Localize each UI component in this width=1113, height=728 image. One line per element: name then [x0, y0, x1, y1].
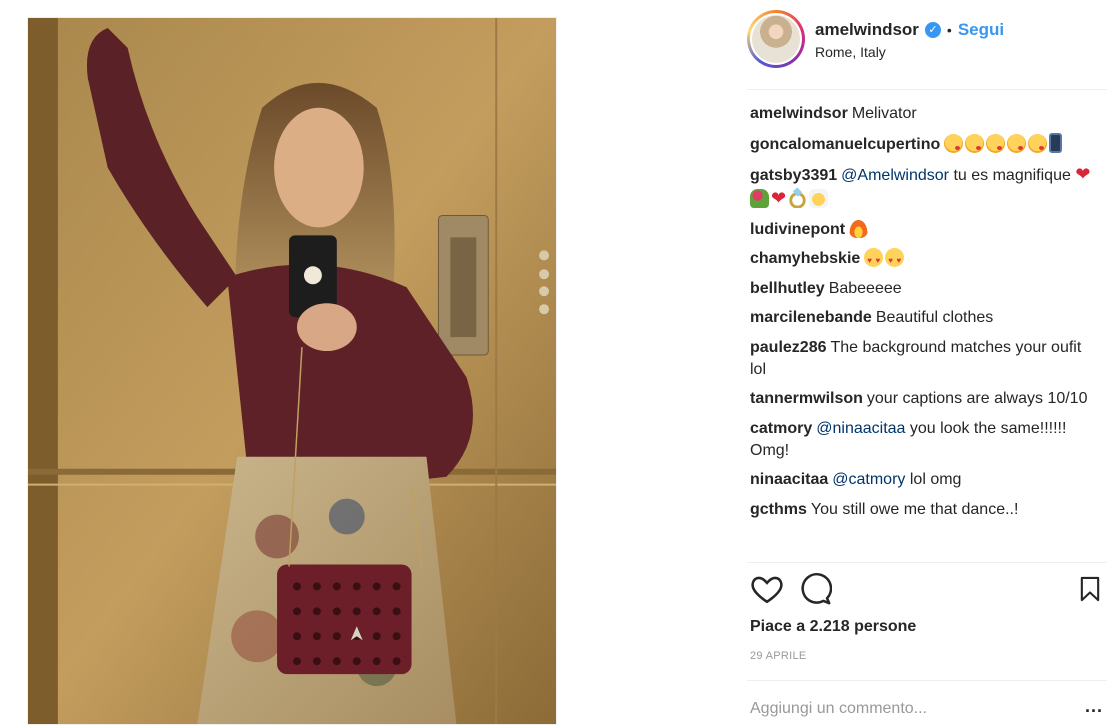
- post-photo[interactable]: [27, 17, 557, 725]
- bookmark-icon[interactable]: [1076, 572, 1104, 606]
- post-date[interactable]: 29 APRILE: [750, 650, 807, 662]
- comment-username[interactable]: bellhutley: [750, 280, 825, 297]
- post-sidebar: amelwindsor ✓ • Segui Rome, Italy amelwi…: [735, 0, 1113, 728]
- comment-text: lol omg: [909, 471, 962, 488]
- comment-mention[interactable]: @ninaacitaa: [816, 420, 905, 437]
- comment-item: gatsby3391 @Amelwindsor tu es magnifique …: [750, 163, 1095, 211]
- comment-item: ninaacitaa @catmory lol omg: [750, 469, 1095, 491]
- avatar[interactable]: [747, 10, 805, 68]
- comment-username[interactable]: tannermwilson: [750, 390, 863, 407]
- kiss-emoji-icon: [944, 133, 964, 153]
- comment-username[interactable]: paulez286: [750, 339, 826, 356]
- likes-count[interactable]: Piace a 2.218 persone: [750, 618, 916, 636]
- comment-username[interactable]: gcthms: [750, 501, 807, 518]
- location-link[interactable]: Rome, Italy: [815, 44, 1004, 60]
- kiss-emoji-icon: [965, 133, 985, 153]
- comment-username[interactable]: amelwindsor: [750, 105, 848, 122]
- comment-mention[interactable]: @Amelwindsor: [841, 167, 949, 184]
- add-comment-input[interactable]: [750, 697, 1050, 721]
- comment-username[interactable]: gatsby3391: [750, 167, 837, 184]
- actions-divider: [747, 562, 1107, 563]
- kiss-emoji-icon: [986, 133, 1006, 153]
- comment-item: gcthms You still owe me that dance..!: [750, 499, 1095, 521]
- comment-divider: [747, 680, 1107, 681]
- phone-emoji-icon: [1049, 132, 1063, 153]
- comment-username[interactable]: goncalomanuelcupertino: [750, 136, 940, 153]
- kiss-emoji-icon: [1007, 133, 1027, 153]
- post-username[interactable]: amelwindsor: [815, 20, 919, 40]
- ring-emoji-icon: [788, 189, 808, 208]
- comment-item: tannermwilson your captions are always 10…: [750, 388, 1095, 410]
- post-header: amelwindsor ✓ • Segui Rome, Italy: [747, 10, 1107, 72]
- action-bar: [750, 572, 1100, 608]
- follow-button[interactable]: Segui: [958, 20, 1004, 40]
- hearteyes-emoji-icon: [864, 248, 884, 272]
- bouquet-emoji-icon: [750, 189, 769, 208]
- comment-text: Beautiful clothes: [875, 309, 994, 326]
- comment-item: ludivinepont: [750, 218, 1095, 241]
- comment-item: amelwindsor Melivator: [750, 103, 1095, 125]
- comment-username[interactable]: chamyhebskie: [750, 250, 860, 267]
- comment-username[interactable]: catmory: [750, 420, 812, 437]
- heart-emoji-icon: ❤: [1075, 164, 1091, 184]
- photo-illustration: [28, 18, 556, 724]
- heart-emoji-icon: ❤: [771, 188, 787, 208]
- comment-username[interactable]: ludivinepont: [750, 221, 845, 238]
- comment-item: chamyhebskie: [750, 248, 1095, 272]
- comment-item: catmory @ninaacitaa you look the same!!!!…: [750, 418, 1095, 462]
- comment-item: goncalomanuelcupertino: [750, 132, 1095, 156]
- comment-text: Melivator: [851, 105, 917, 122]
- kiss-emoji-icon: [1028, 133, 1048, 153]
- comment-text: tu es magnifique: [953, 167, 1071, 184]
- comment-username[interactable]: ninaacitaa: [750, 471, 828, 488]
- comment-item: bellhutley Babeeeee: [750, 278, 1095, 300]
- hearteyes-emoji-icon: [885, 248, 905, 272]
- comment-mention[interactable]: @catmory: [832, 471, 905, 488]
- speech-bubble-icon[interactable]: [798, 572, 833, 606]
- comment-text: Babeeeee: [828, 279, 902, 297]
- comments-list[interactable]: amelwindsor Melivator goncalomanuelcupert…: [750, 103, 1095, 560]
- comment-item: marcilenebande Beautiful clothes: [750, 307, 1095, 329]
- bride-emoji-icon: [809, 189, 829, 208]
- separator-dot: •: [946, 22, 952, 38]
- heart-outline-icon[interactable]: [750, 572, 784, 606]
- verified-badge-icon: ✓: [924, 22, 941, 38]
- comment-text: your captions are always 10/10: [866, 390, 1088, 407]
- comment-username[interactable]: marcilenebande: [750, 309, 872, 326]
- comment-item: paulez286 The background matches your ouf…: [750, 337, 1095, 381]
- comment-text: You still owe me that dance..!: [810, 500, 1019, 518]
- more-options-button[interactable]: ...: [1085, 696, 1103, 717]
- header-divider: [747, 89, 1107, 90]
- fire-emoji-icon: [849, 218, 869, 238]
